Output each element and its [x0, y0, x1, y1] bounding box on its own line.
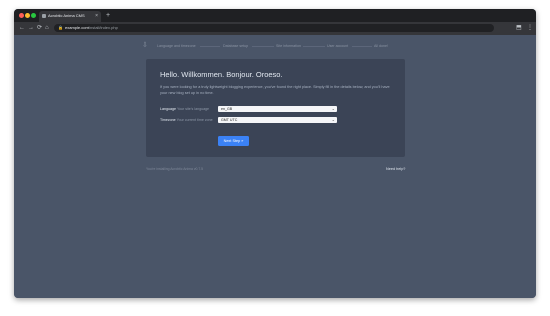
next-step-button[interactable]: Next Step » [218, 136, 249, 146]
timezone-label-text: Timezone [160, 118, 176, 122]
install-steps: ⇩ Language and timezone Database setup S… [142, 41, 402, 51]
new-tab-icon[interactable]: + [106, 11, 110, 20]
tab-title: Acrobtic Anima CMS [48, 13, 85, 18]
timezone-label: Timezone Your current time zone [160, 117, 213, 123]
step-site-information: Site information [276, 44, 301, 48]
language-hint: Your site's language [176, 107, 210, 111]
chevron-down-icon: ⌄ [331, 106, 335, 111]
reload-icon[interactable]: ⟳ [37, 24, 42, 33]
minimize-window-button[interactable] [25, 13, 30, 18]
browser-toolbar: ← → ⟳ ⌂ 🔒 example.com /install/index.php… [14, 22, 536, 35]
language-label: Language Your site's language [160, 106, 209, 112]
step-divider [352, 46, 372, 47]
next-step-label: Next Step » [223, 139, 244, 143]
page-title: Hello. Willkommen. Bonjour. Oroeso. [160, 70, 283, 79]
timezone-value: GMT UTC [221, 117, 238, 122]
extensions-icon[interactable]: ⬒ [516, 24, 522, 33]
step-divider [252, 46, 274, 47]
download-icon: ⇩ [142, 42, 148, 49]
page-content: ⇩ Language and timezone Database setup S… [14, 35, 536, 298]
address-bar[interactable]: 🔒 example.com /install/index.php [54, 24, 494, 32]
need-help-link[interactable]: Need help? [386, 166, 405, 172]
url-host: example.com [65, 25, 89, 30]
home-icon[interactable]: ⌂ [45, 24, 49, 33]
favicon-icon [42, 14, 46, 18]
lock-icon: 🔒 [58, 25, 63, 30]
install-card: Hello. Willkommen. Bonjour. Oroeso. If y… [146, 59, 405, 157]
language-value: en_GB [221, 106, 233, 111]
timezone-hint: Your current time zone [176, 118, 213, 122]
browser-menu-icon[interactable]: ⋮ [527, 24, 533, 33]
browser-window: Acrobtic Anima CMS × + ← → ⟳ ⌂ 🔒 example… [14, 9, 536, 298]
step-database: Database setup [223, 44, 249, 48]
back-icon[interactable]: ← [19, 24, 25, 33]
step-divider [303, 46, 325, 47]
browser-tab[interactable]: Acrobtic Anima CMS × [39, 11, 101, 22]
maximize-window-button[interactable] [31, 13, 36, 18]
close-window-button[interactable] [19, 13, 24, 18]
tab-close-icon[interactable]: × [95, 12, 98, 20]
language-label-text: Language [160, 107, 176, 111]
language-select[interactable]: en_GB ⌄ [218, 106, 337, 112]
url-path: /install/index.php [88, 25, 118, 30]
step-language: Language and timezone [157, 44, 196, 48]
step-all-done: All done! [374, 44, 388, 48]
installer-version-note: You're installing Acrobtic Anima v0.7.5 [146, 167, 204, 171]
tab-bar: Acrobtic Anima CMS × + [14, 9, 536, 22]
intro-text: If you were looking for a truly lightwei… [160, 85, 390, 95]
step-divider [200, 46, 220, 47]
chevron-down-icon: ⌄ [331, 117, 335, 122]
timezone-select[interactable]: GMT UTC ⌄ [218, 117, 337, 123]
step-user-account: User account [327, 44, 349, 48]
forward-icon[interactable]: → [28, 24, 34, 33]
